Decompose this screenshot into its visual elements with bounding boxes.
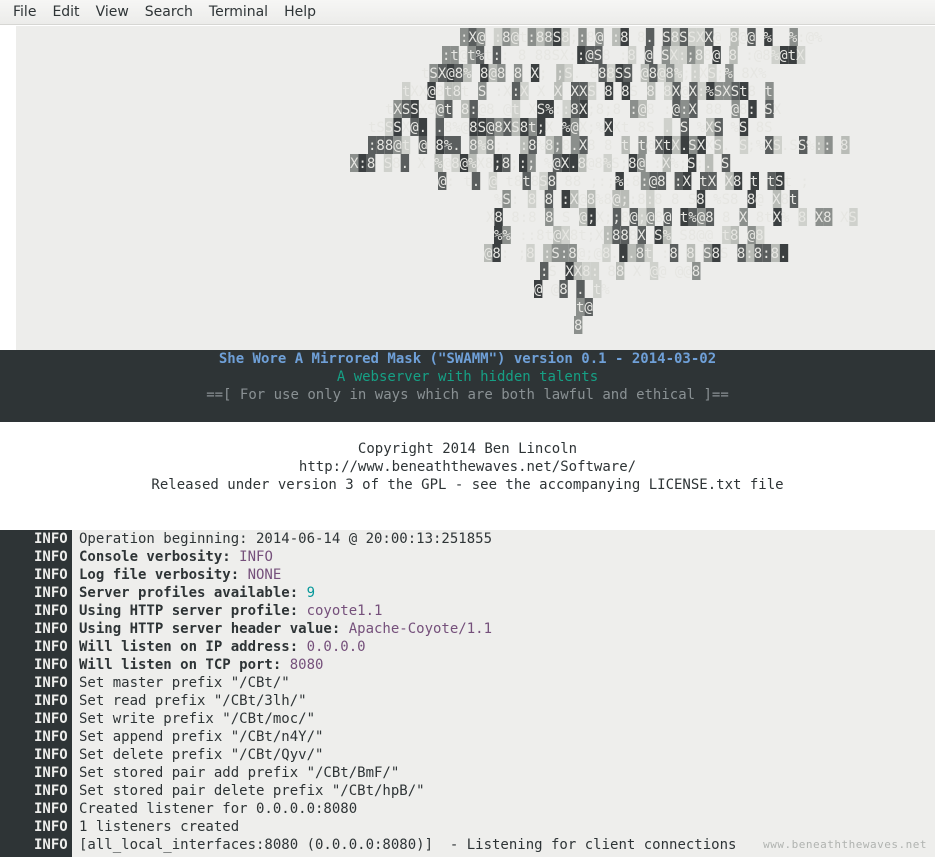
- copyright-url: http://www.beneaththewaves.net/Software/: [298, 459, 637, 475]
- ascii-art-row: tXX@8t8t S :X:X X X XXS 8 8S 8 8X@X:%SXS…: [402, 84, 773, 100]
- ascii-art-row: :S XX8: 88 X @@ @@8: [540, 264, 700, 280]
- menu-edit[interactable]: Edit: [44, 0, 87, 24]
- banner-subtitle: A webserver with hidden talents: [336, 369, 599, 385]
- log-level: INFO: [34, 801, 68, 817]
- log-level: INFO: [34, 783, 68, 799]
- log-message: Set master prefix "/CBt/": [79, 674, 290, 692]
- log-level: INFO: [34, 675, 68, 691]
- log-level: INFO: [34, 621, 68, 637]
- ascii-art-row: X:8 S8. X %@8@%X8;8;:; %@X.8@8%S;8@ :X%;…: [350, 156, 729, 172]
- menu-file[interactable]: File: [5, 0, 44, 24]
- ascii-art-row: X8 8:8 8 S @;X;;8@;@8@ t%@8 8 X 8tX% 8 X…: [486, 210, 857, 226]
- log-label: Using HTTP server profile:: [79, 603, 307, 619]
- ascii-art-mask: :X@ :8@t:88S8;:8@ :8 8. S8SSXX@ 8@@ % %:…: [350, 28, 858, 334]
- license-line: Released under version 3 of the GPL - se…: [151, 477, 784, 493]
- ascii-art-row: tXSSXS@t 8:@8 @t XS%::8X;8;8 :@8 :@:X 88…: [385, 102, 782, 118]
- log-value: NONE: [247, 567, 282, 583]
- log-label: 1 listeners created: [79, 819, 240, 835]
- ascii-art-row: tSSSX@. .8%@8S@8XS8t;X %@X;%XXt 8S . S %…: [368, 120, 773, 136]
- log-message: Operation beginning: 2014-06-14 @ 20:00:…: [79, 530, 492, 548]
- log-message: Using HTTP server header value: Apache-C…: [79, 620, 492, 638]
- log-message: Set stored pair delete prefix "/CBt/hpB/…: [79, 782, 425, 800]
- menubar: File Edit View Search Terminal Help: [0, 0, 935, 25]
- log-level: INFO: [34, 639, 68, 655]
- menu-view[interactable]: View: [88, 0, 137, 24]
- log-value: 9: [306, 585, 316, 601]
- ascii-art-area: :X@ :8@t:88S8;:8@ :8 8. S8SSXX@ 8@@ % %:…: [16, 26, 935, 350]
- log-message: Set delete prefix "/CBt/Qyv/": [79, 746, 323, 764]
- ascii-art-row: @ @8 . t%: [534, 282, 610, 298]
- ascii-art-row: @: t. @ t8t8S8 88 ;:;%:8:@8 :X tX X8 t t…: [438, 174, 809, 190]
- log-level: INFO: [34, 531, 68, 547]
- log-message: Set append prefix "/CBt/n4Y/": [79, 728, 323, 746]
- log-value: INFO: [239, 549, 273, 565]
- log-level: INFO: [34, 549, 68, 565]
- log-label: Operation beginning: 2014-06-14 @ 20:00:…: [79, 531, 493, 547]
- ascii-art-row: @8: ;8 :S:8@;@8...8t :8 8 S8S 8:8:8.: [484, 246, 787, 262]
- log-message: Set write prefix "/CBt/moc/": [79, 710, 315, 728]
- log-label: Server profiles available:: [79, 585, 307, 601]
- log-level: INFO: [34, 603, 68, 619]
- log-level: INFO: [34, 729, 68, 745]
- banner-notice: ==[ For use only in ways which are both …: [206, 387, 729, 403]
- log-label: Console verbosity:: [79, 549, 240, 565]
- log-label: Will listen on TCP port:: [79, 657, 290, 673]
- log-message: Will listen on IP address: 0.0.0.0: [79, 638, 366, 656]
- log-output: INFO Operation beginning: 2014-06-14 @ 20…: [0, 530, 935, 857]
- log-message: Console verbosity: INFO: [79, 548, 273, 566]
- log-level: INFO: [34, 567, 68, 583]
- log-level: INFO: [34, 747, 68, 763]
- log-message: Server profiles available: 9: [79, 584, 315, 602]
- log-label: Set stored pair delete prefix "/CBt/hpB/…: [79, 783, 425, 799]
- copyright-line: Copyright 2014 Ben Lincoln: [357, 441, 578, 457]
- log-level: INFO: [34, 657, 68, 673]
- menu-terminal[interactable]: Terminal: [201, 0, 276, 24]
- log-label: Log file verbosity:: [79, 567, 248, 583]
- log-level: INFO: [34, 693, 68, 709]
- log-level: INFO: [34, 711, 68, 727]
- log-label: [all_local_interfaces:8080 (0.0.0.0:8080…: [79, 837, 737, 853]
- ascii-art-row: :X@ :8@t:88S8;:8@ :8 8. S8SSXX@ 8@@ % %:…: [460, 30, 823, 46]
- log-label: Set master prefix "/CBt/": [79, 675, 290, 691]
- ascii-art-row: :88@t @ 8%. 8%8;: :8%8;8.X8 8 t t@XtX.SX…: [368, 138, 848, 154]
- log-label: Set delete prefix "/CBt/Qyv/": [79, 747, 324, 763]
- log-label: Set stored pair add prefix "/CBt/BmF/": [79, 765, 400, 781]
- banner: She Wore A Mirrored Mask ("SWAMM") versi…: [0, 350, 935, 422]
- log-label: Set write prefix "/CBt/moc/": [79, 711, 316, 727]
- banner-title: She Wore A Mirrored Mask ("SWAMM") versi…: [218, 351, 717, 367]
- log-message: Using HTTP server profile: coyote1.1: [79, 602, 382, 620]
- ascii-art-row: t@: [576, 300, 593, 316]
- log-label: Set append prefix "/CBt/n4Y/": [79, 729, 324, 745]
- log-message: Will listen on TCP port: 8080: [79, 656, 323, 674]
- log-message: Set read prefix "/CBt/3lh/": [79, 692, 307, 710]
- log-message: 1 listeners created: [79, 818, 239, 836]
- log-level: INFO: [34, 819, 68, 835]
- ascii-art-row: %S: 8 8 :X@8%8@;:8:8 8 S8 %S8 8@ X8t: [494, 192, 797, 208]
- log-label: Created listener for 0.0.0.0:8080: [79, 801, 358, 817]
- log-label: Using HTTP server header value:: [79, 621, 349, 637]
- menu-search[interactable]: Search: [137, 0, 201, 24]
- log-label: Set read prefix "/CBt/3lh/": [79, 693, 307, 709]
- log-message: Set stored pair add prefix "/CBt/BmF/": [79, 764, 399, 782]
- log-level: INFO: [34, 585, 68, 601]
- log-level: INFO: [34, 765, 68, 781]
- log-label: Will listen on IP address:: [79, 639, 307, 655]
- ascii-art-row: :t@t%t:: 8 88SX::@S8 :8 @ SX:;88@ 8 :@8%…: [442, 48, 805, 64]
- log-value: 0.0.0.0: [306, 639, 366, 655]
- watermark: www.beneaththewaves.net: [763, 838, 927, 851]
- ascii-art-row: tSX@8% 8@8 8 X; ;S. 888SS @8@8%;:XS;% 8X…: [421, 66, 767, 82]
- log-message: Log file verbosity: NONE: [79, 566, 281, 584]
- log-value: Apache-Coyote/1.1: [348, 621, 493, 637]
- menu-help[interactable]: Help: [276, 0, 324, 24]
- log-value: 8080: [289, 657, 324, 673]
- ascii-art-row: 8: [574, 318, 582, 334]
- ascii-art-row: %% ::8t@X8t;X:888X S% S8@@ t8 @8: [494, 228, 764, 244]
- log-value: coyote1.1: [306, 603, 383, 619]
- log-level: INFO: [34, 837, 68, 853]
- log-message: Created listener for 0.0.0.0:8080: [79, 800, 357, 818]
- log-message: [all_local_interfaces:8080 (0.0.0.0:8080…: [79, 836, 736, 854]
